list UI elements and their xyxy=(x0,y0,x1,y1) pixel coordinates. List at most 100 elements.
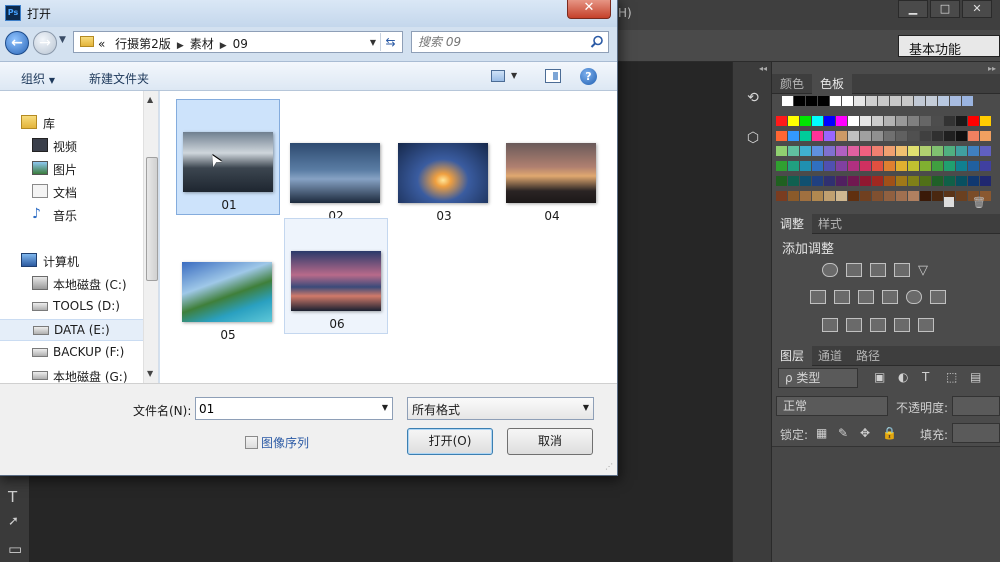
swatch[interactable] xyxy=(860,131,871,141)
levels-icon[interactable] xyxy=(846,263,862,277)
swatch[interactable] xyxy=(836,176,847,186)
swatch[interactable] xyxy=(836,116,847,126)
swatch[interactable] xyxy=(944,131,955,141)
cancel-button[interactable]: 取消 xyxy=(507,428,593,455)
swatch[interactable] xyxy=(914,96,925,106)
history-panel-icon[interactable]: ⟲ xyxy=(743,88,763,108)
file-item[interactable]: 04 xyxy=(500,111,604,227)
vibrance-icon[interactable]: ▽ xyxy=(918,263,934,278)
swatch[interactable] xyxy=(908,176,919,186)
swatch[interactable] xyxy=(896,191,907,201)
color-lookup-icon[interactable] xyxy=(930,290,946,304)
swatch[interactable] xyxy=(926,96,937,106)
swatch[interactable] xyxy=(776,176,787,186)
swatch[interactable] xyxy=(824,191,835,201)
scroll-up-icon[interactable]: ▲ xyxy=(147,95,153,104)
swatch[interactable] xyxy=(806,96,817,106)
layers-list[interactable] xyxy=(772,446,1000,562)
new-swatch-icon[interactable] xyxy=(944,197,954,207)
swatch[interactable] xyxy=(812,131,823,141)
filter-type-icon[interactable]: T xyxy=(922,370,929,384)
image-sequence-checkbox[interactable] xyxy=(245,436,258,449)
swatch[interactable] xyxy=(830,96,841,106)
swatch[interactable] xyxy=(950,96,961,106)
swatch[interactable] xyxy=(782,96,793,106)
file-item[interactable]: 02 xyxy=(284,111,388,227)
rectangle-tool-icon[interactable]: ▭ xyxy=(8,540,22,558)
channel-mixer-icon[interactable] xyxy=(906,290,922,304)
swatch[interactable] xyxy=(896,161,907,171)
swatch[interactable] xyxy=(908,191,919,201)
swatch[interactable] xyxy=(890,96,901,106)
swatch[interactable] xyxy=(980,146,991,156)
file-item[interactable]: 06 xyxy=(284,218,388,334)
nav-item[interactable]: 本地磁盘 (C:) xyxy=(0,273,158,295)
swatch[interactable] xyxy=(812,146,823,156)
fill-field[interactable] xyxy=(952,423,1000,443)
swatch[interactable] xyxy=(932,176,943,186)
swatch[interactable] xyxy=(788,176,799,186)
swatch[interactable] xyxy=(812,176,823,186)
swatch[interactable] xyxy=(872,191,883,201)
organize-button[interactable]: 组织 ▼ xyxy=(21,70,55,87)
nav-item[interactable]: DATA (E:) xyxy=(0,319,158,341)
swatch[interactable] xyxy=(848,191,859,201)
swatch[interactable] xyxy=(836,191,847,201)
swatch[interactable] xyxy=(896,176,907,186)
maximize-button[interactable]: □ xyxy=(930,0,960,18)
swatch[interactable] xyxy=(920,116,931,126)
swatch[interactable] xyxy=(842,96,853,106)
swatch[interactable] xyxy=(800,146,811,156)
tab-channels[interactable]: 通道 xyxy=(810,346,850,366)
swatch[interactable] xyxy=(800,116,811,126)
swatch[interactable] xyxy=(956,116,967,126)
swatch[interactable] xyxy=(920,176,931,186)
swatch[interactable] xyxy=(968,131,979,141)
swatch[interactable] xyxy=(836,161,847,171)
threshold-icon[interactable] xyxy=(870,318,886,332)
lock-transparent-icon[interactable]: ▦ xyxy=(816,426,827,440)
swatch[interactable] xyxy=(902,96,913,106)
nav-scrollbar[interactable]: ▲ ▼ xyxy=(143,91,158,383)
lock-all-icon[interactable]: 🔒 xyxy=(882,426,897,440)
search-icon[interactable] xyxy=(590,35,604,49)
swatch[interactable] xyxy=(956,161,967,171)
address-bar[interactable]: « 行摄第2版 ▶ 素材 ▶ 09 ▼ ⇆ xyxy=(73,31,403,53)
scroll-thumb[interactable] xyxy=(146,157,158,281)
swatch[interactable] xyxy=(932,191,943,201)
swatch[interactable] xyxy=(824,116,835,126)
swatch[interactable] xyxy=(836,146,847,156)
swatch[interactable] xyxy=(872,146,883,156)
filename-input[interactable] xyxy=(199,401,369,417)
swatch[interactable] xyxy=(872,131,883,141)
dialog-titlebar[interactable]: Ps 打开 ✕ xyxy=(0,0,617,27)
swatch[interactable] xyxy=(980,131,991,141)
swatch[interactable] xyxy=(884,191,895,201)
menu-help-fragment[interactable]: H) xyxy=(618,6,632,20)
recent-locations-icon[interactable]: ▼ xyxy=(59,35,66,45)
swatch[interactable] xyxy=(896,131,907,141)
file-item[interactable]: 01 xyxy=(176,99,280,215)
swatch[interactable] xyxy=(860,161,871,171)
swatch[interactable] xyxy=(860,191,871,201)
minimize-button[interactable]: ▁ xyxy=(898,0,928,18)
swatch[interactable] xyxy=(848,116,859,126)
swatch[interactable] xyxy=(938,96,949,106)
swatch[interactable] xyxy=(788,191,799,201)
breadcrumb-separator-icon[interactable]: ▶ xyxy=(177,41,184,51)
hue-saturation-icon[interactable] xyxy=(810,290,826,304)
breadcrumb-item[interactable]: 09 xyxy=(233,37,248,51)
swatch[interactable] xyxy=(860,146,871,156)
swatch[interactable] xyxy=(776,146,787,156)
filter-shape-icon[interactable]: ⬚ xyxy=(946,370,957,384)
preview-pane-button[interactable] xyxy=(545,69,561,83)
workspace-switcher[interactable]: 基本功能 xyxy=(898,35,1000,58)
swatch[interactable] xyxy=(872,161,883,171)
color-balance-icon[interactable] xyxy=(834,290,850,304)
address-dropdown-icon[interactable]: ▼ xyxy=(370,38,376,47)
swatch[interactable] xyxy=(908,146,919,156)
swatch[interactable] xyxy=(896,146,907,156)
nav-item[interactable]: TOOLS (D:) xyxy=(0,296,158,318)
swatch[interactable] xyxy=(932,146,943,156)
swatch[interactable] xyxy=(860,116,871,126)
